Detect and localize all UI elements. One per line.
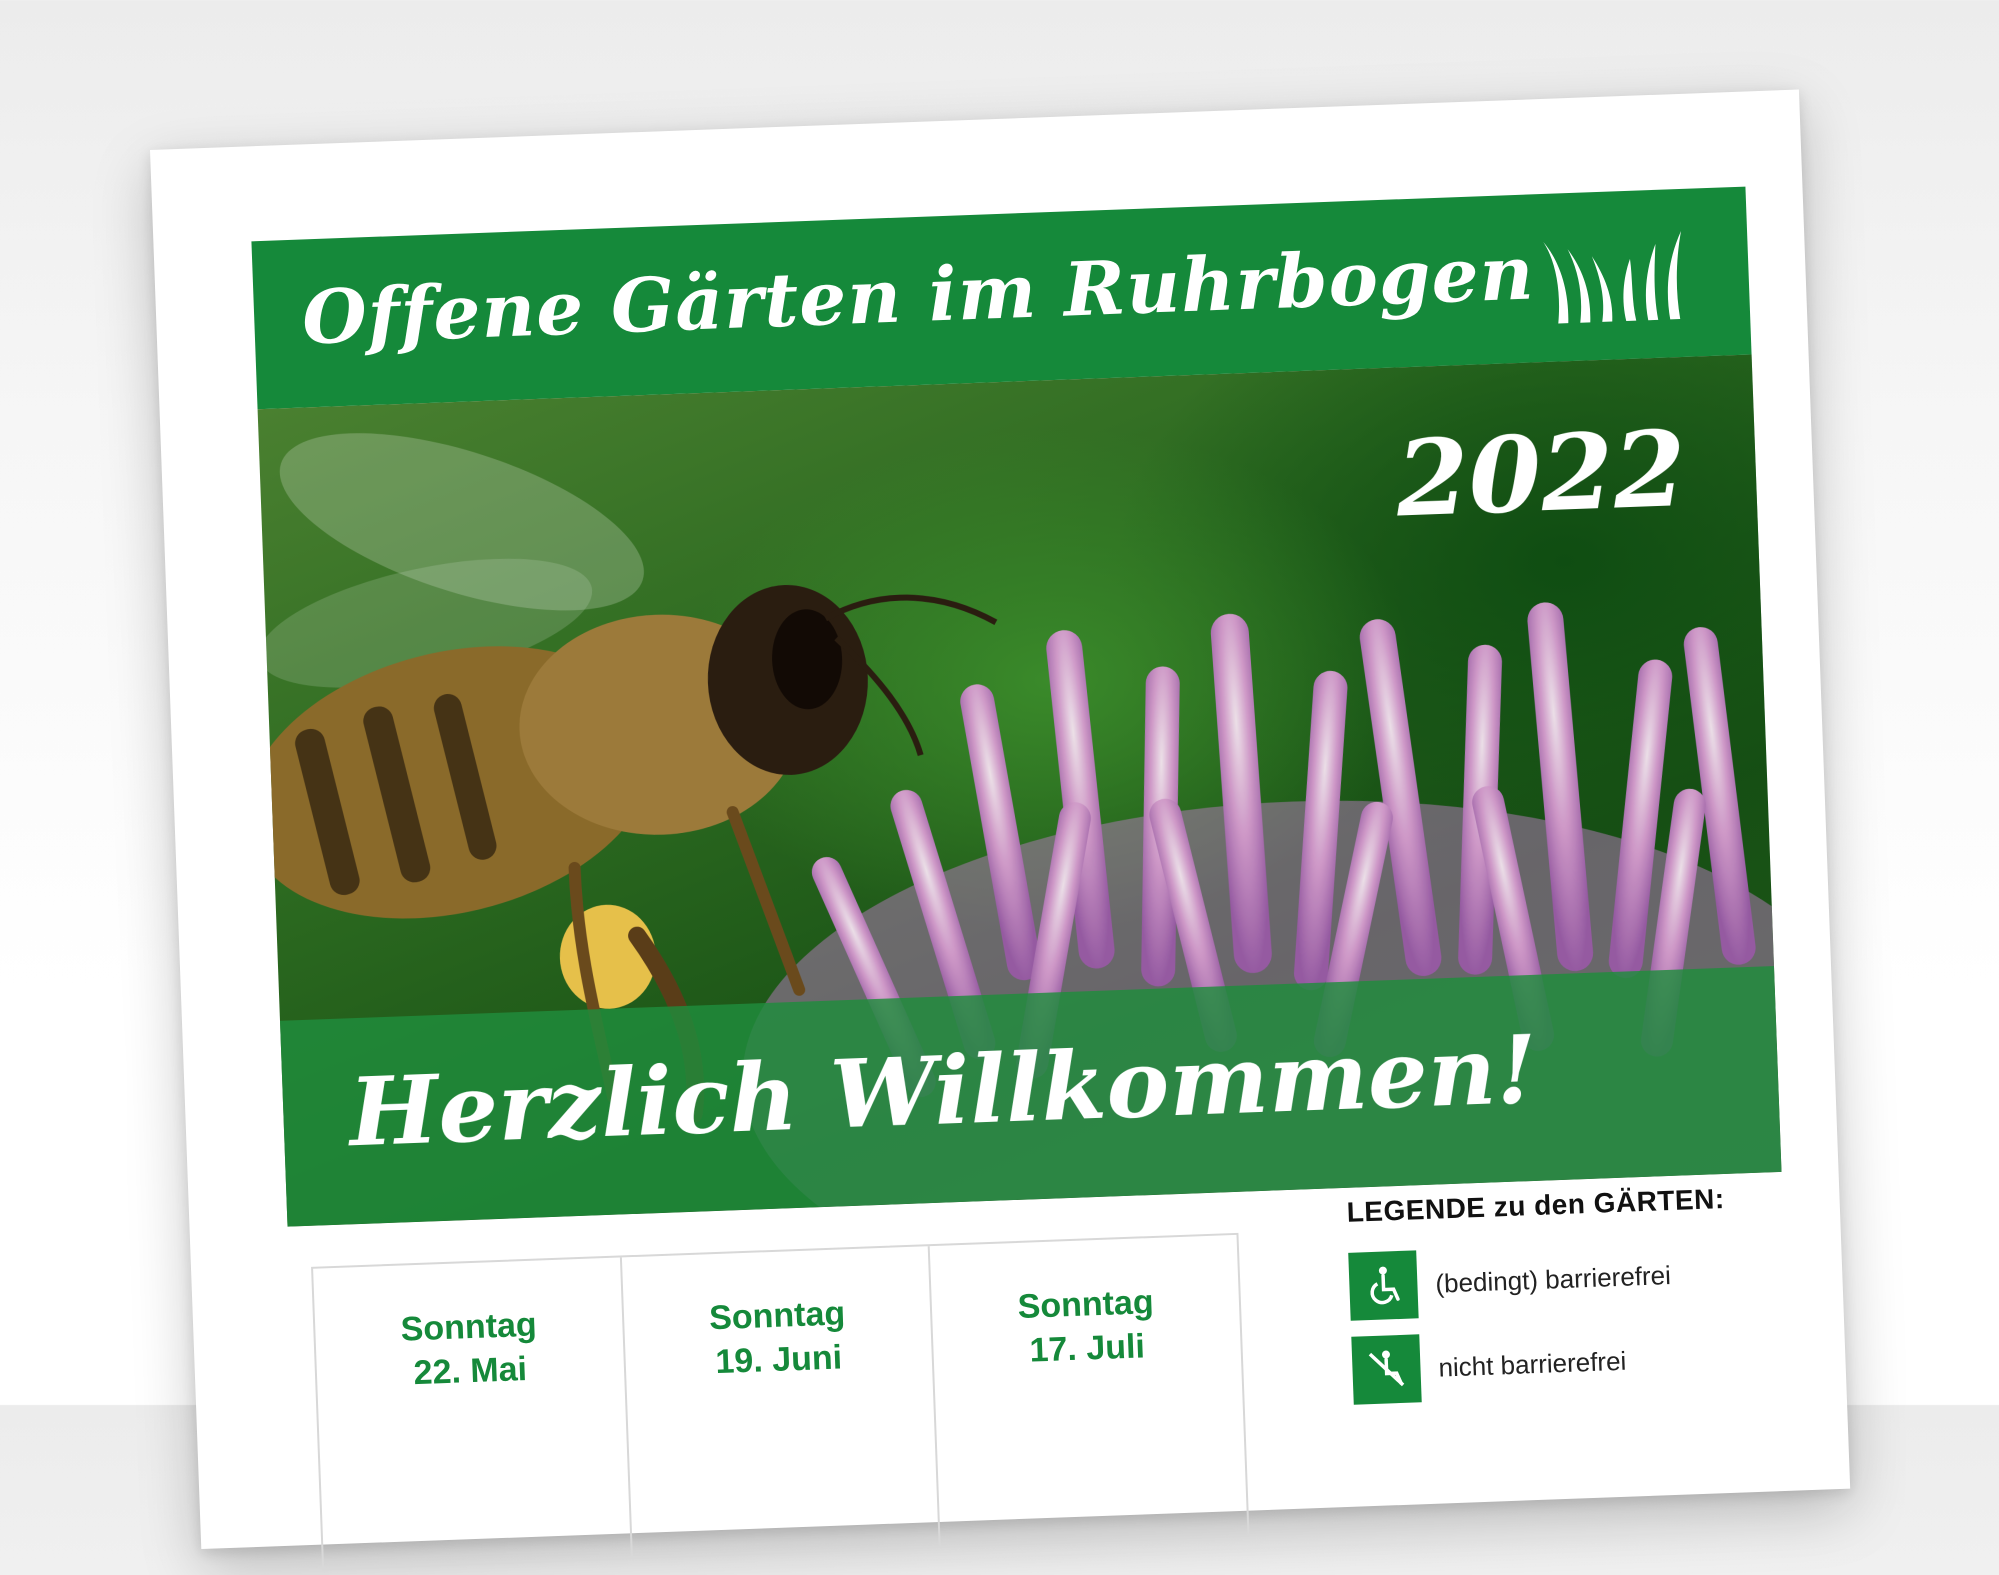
not-accessible-icon [1351, 1334, 1422, 1405]
grass-logo-icon [1543, 230, 1681, 324]
welcome-heading: Herzlich Willkommen! [347, 1014, 1540, 1169]
flyer-page: Offene Gärten im Ruhrbogen 2022 Herzlich… [150, 89, 1851, 1571]
date-cell: Sonntag 19. Juni [621, 1246, 942, 1558]
legend-label: (bedingt) barrierefrei [1434, 1259, 1672, 1299]
legend: LEGENDE zu den GÄRTEN: (bedingt) barrier… [1346, 1181, 1774, 1420]
dates-table: Sonntag 22. Mai Sonntag 19. Juni Sonntag… [311, 1232, 1250, 1571]
page-title: Offene Gärten im Ruhrbogen [300, 230, 1536, 362]
legend-item: (bedingt) barrierefrei [1348, 1237, 1770, 1321]
hero-photo: 2022 Herzlich Willkommen! [257, 354, 1782, 1227]
date-cell: Sonntag 17. Juli [930, 1235, 1247, 1546]
legend-label: nicht barrierefrei [1437, 1345, 1627, 1383]
legend-item: nicht barrierefrei [1351, 1321, 1773, 1405]
legend-title: LEGENDE zu den GÄRTEN: [1346, 1183, 1726, 1228]
year-label: 2022 [1394, 406, 1688, 541]
date-cell: Sonntag 22. Mai [313, 1257, 633, 1569]
wheelchair-icon [1348, 1250, 1419, 1321]
